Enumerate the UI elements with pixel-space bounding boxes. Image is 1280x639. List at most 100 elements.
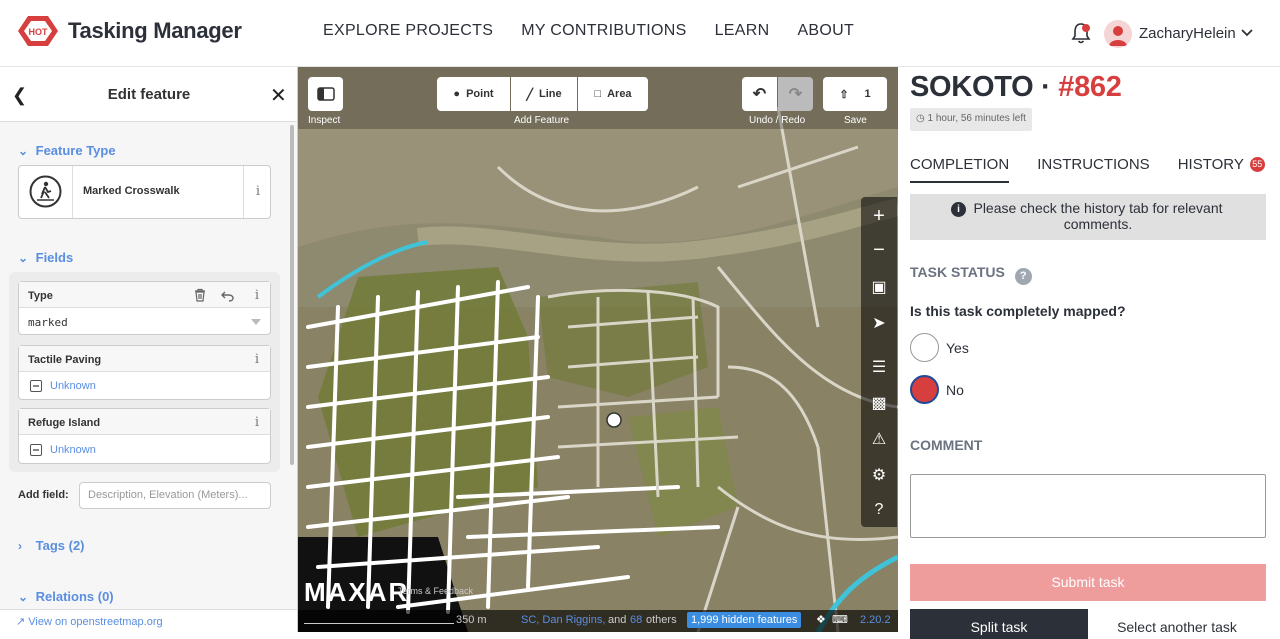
info-icon[interactable]: i bbox=[243, 352, 271, 367]
map-controls: + − ▣ ➤ ☰ ▩ ⚠ ⚙ ? bbox=[861, 197, 897, 527]
logo-text: HOT bbox=[29, 27, 49, 37]
chevron-down-icon[interactable] bbox=[1240, 28, 1254, 38]
history-count-badge: 55 bbox=[1249, 157, 1265, 172]
fields-heading: Fields bbox=[35, 250, 74, 265]
fields-toggle[interactable]: ⌄ Fields bbox=[18, 250, 73, 265]
project-name[interactable]: SOKOTO bbox=[910, 71, 1034, 103]
notice-text: Please check the history tab for relevan… bbox=[973, 200, 1223, 232]
save-count: 1 bbox=[864, 88, 871, 100]
crosswalk-icon bbox=[29, 175, 62, 208]
checkbox-indeterminate-icon[interactable] bbox=[30, 444, 42, 456]
satellite-map[interactable] bbox=[298, 67, 898, 632]
feature-type-card[interactable]: Marked Crosswalk i bbox=[18, 165, 271, 219]
save-label: Save bbox=[844, 115, 867, 126]
redo-button[interactable]: ↷ bbox=[778, 77, 813, 111]
select-another-task-button[interactable]: Select another task bbox=[1088, 609, 1266, 639]
info-icon[interactable]: i bbox=[243, 415, 271, 430]
sidebar-toggle-icon bbox=[316, 87, 335, 101]
tab-history[interactable]: HISTORY 55 bbox=[1178, 156, 1265, 183]
relations-toggle[interactable]: ⌄ Relations (0) bbox=[18, 589, 114, 604]
close-icon[interactable]: ✕ bbox=[270, 83, 287, 108]
map-canvas[interactable]: Inspect ● Point ╱ Line □ Area Add Feature ↶… bbox=[298, 67, 898, 632]
zoom-to-selection-icon[interactable]: ▣ bbox=[861, 277, 897, 297]
nav-about[interactable]: ABOUT bbox=[797, 22, 854, 40]
hidden-features-badge[interactable]: 1,999 hidden features bbox=[687, 612, 802, 628]
layers-icon[interactable]: ☰ bbox=[861, 357, 897, 377]
undo-redo-label: Undo / Redo bbox=[749, 115, 806, 126]
contributors-count[interactable]: 68 bbox=[630, 614, 642, 626]
view-on-osm-link[interactable]: ↗ View on openstreetmap.org bbox=[0, 609, 297, 632]
split-task-button[interactable]: Split task bbox=[910, 609, 1088, 639]
zoom-out-icon[interactable]: − bbox=[861, 239, 897, 262]
help-icon[interactable]: ? bbox=[861, 501, 897, 519]
submit-task-button[interactable]: Submit task bbox=[910, 564, 1266, 601]
info-icon[interactable]: i bbox=[243, 288, 271, 303]
radio-no[interactable] bbox=[910, 375, 939, 404]
project-title: SOKOTO · #862 bbox=[910, 71, 1122, 104]
map-toolbar: Inspect ● Point ╱ Line □ Area Add Feature ↶… bbox=[298, 67, 898, 129]
tab-history-label: HISTORY bbox=[1177, 156, 1244, 173]
relations-heading: Relations (0) bbox=[35, 589, 114, 604]
save-button[interactable]: ⇧ 1 bbox=[823, 77, 887, 111]
undo-icon[interactable] bbox=[221, 288, 235, 302]
top-navbar: HOT Tasking Manager EXPLORE PROJECTS MY … bbox=[0, 0, 1280, 67]
version-label[interactable]: 2.20.2 bbox=[860, 614, 891, 626]
help-circle-icon[interactable]: ? bbox=[1014, 268, 1032, 285]
tab-instructions[interactable]: INSTRUCTIONS bbox=[1037, 156, 1150, 183]
task-number: #862 bbox=[1058, 71, 1122, 103]
nav-learn[interactable]: LEARN bbox=[715, 22, 770, 40]
hot-logo[interactable]: HOT bbox=[14, 14, 62, 48]
username[interactable]: ZacharyHelein bbox=[1139, 25, 1236, 42]
info-circle-icon: i bbox=[951, 202, 966, 217]
inspect-button[interactable] bbox=[308, 77, 343, 111]
add-field-input[interactable]: Description, Elevation (Meters)... bbox=[79, 482, 271, 509]
tab-completion[interactable]: COMPLETION bbox=[910, 156, 1010, 183]
selected-crosswalk-marker[interactable] bbox=[606, 412, 622, 428]
undo-button[interactable]: ↶ bbox=[742, 77, 777, 111]
add-area-button[interactable]: □ Area bbox=[578, 77, 648, 111]
inspect-label: Inspect bbox=[308, 115, 341, 126]
comment-textarea[interactable] bbox=[910, 474, 1266, 538]
preferences-icon[interactable]: ⚙ bbox=[861, 465, 897, 485]
avatar[interactable] bbox=[1104, 20, 1132, 48]
mapped-question: Is this task completely mapped? bbox=[910, 303, 1126, 319]
radio-no-label[interactable]: No bbox=[946, 382, 964, 398]
contributors-link[interactable]: SC, Dan Riggins, bbox=[521, 614, 605, 626]
brand-name[interactable]: Tasking Manager bbox=[68, 18, 242, 44]
add-line-button[interactable]: ╱ Line bbox=[511, 77, 577, 111]
map-data-icon[interactable]: ▩ bbox=[861, 393, 897, 413]
add-point-button[interactable]: ● Point bbox=[437, 77, 510, 111]
field-refuge-label: Refuge Island bbox=[28, 417, 101, 429]
notification-dot bbox=[1082, 24, 1090, 32]
tags-toggle[interactable]: › Tags (2) bbox=[18, 538, 85, 553]
nav-explore-projects[interactable]: EXPLORE PROJECTS bbox=[323, 22, 493, 40]
terms-feedback-link[interactable]: Terms & Feedback bbox=[398, 586, 473, 596]
time-left-text: 1 hour, 56 minutes left bbox=[927, 113, 1026, 124]
refuge-island-value[interactable]: Unknown bbox=[50, 444, 96, 456]
language-icon[interactable]: ⌨ bbox=[832, 613, 848, 626]
radio-yes[interactable] bbox=[910, 333, 939, 362]
line-icon: ╱ bbox=[526, 88, 533, 101]
editor-header: ❮ Edit feature ✕ bbox=[0, 67, 297, 122]
user-icon bbox=[1109, 26, 1127, 46]
feature-type-name: Marked Crosswalk bbox=[83, 185, 180, 197]
issues-icon[interactable]: ⚠ bbox=[861, 429, 897, 449]
upload-icon: ⇧ bbox=[839, 88, 849, 101]
tactile-paving-value[interactable]: Unknown bbox=[50, 380, 96, 392]
zoom-in-icon[interactable]: + bbox=[861, 205, 897, 228]
panel-scrollbar[interactable] bbox=[290, 125, 294, 465]
geolocate-icon[interactable]: ➤ bbox=[861, 313, 897, 333]
trash-icon[interactable] bbox=[193, 288, 207, 302]
bug-report-icon[interactable]: ❖ bbox=[816, 613, 826, 626]
chevron-down-icon[interactable] bbox=[251, 319, 261, 325]
scale-bar[interactable] bbox=[304, 614, 454, 624]
type-select-value[interactable]: marked bbox=[28, 316, 68, 329]
feature-type-icon-box bbox=[19, 166, 73, 218]
radio-yes-label[interactable]: Yes bbox=[946, 340, 969, 356]
maxar-watermark: MAXAR bbox=[304, 577, 410, 607]
feature-type-info[interactable]: i bbox=[243, 166, 271, 218]
checkbox-indeterminate-icon[interactable] bbox=[30, 380, 42, 392]
area-icon: □ bbox=[594, 88, 602, 100]
nav-my-contributions[interactable]: MY CONTRIBUTIONS bbox=[521, 22, 686, 40]
feature-type-toggle[interactable]: ⌄ Feature Type bbox=[18, 143, 116, 158]
